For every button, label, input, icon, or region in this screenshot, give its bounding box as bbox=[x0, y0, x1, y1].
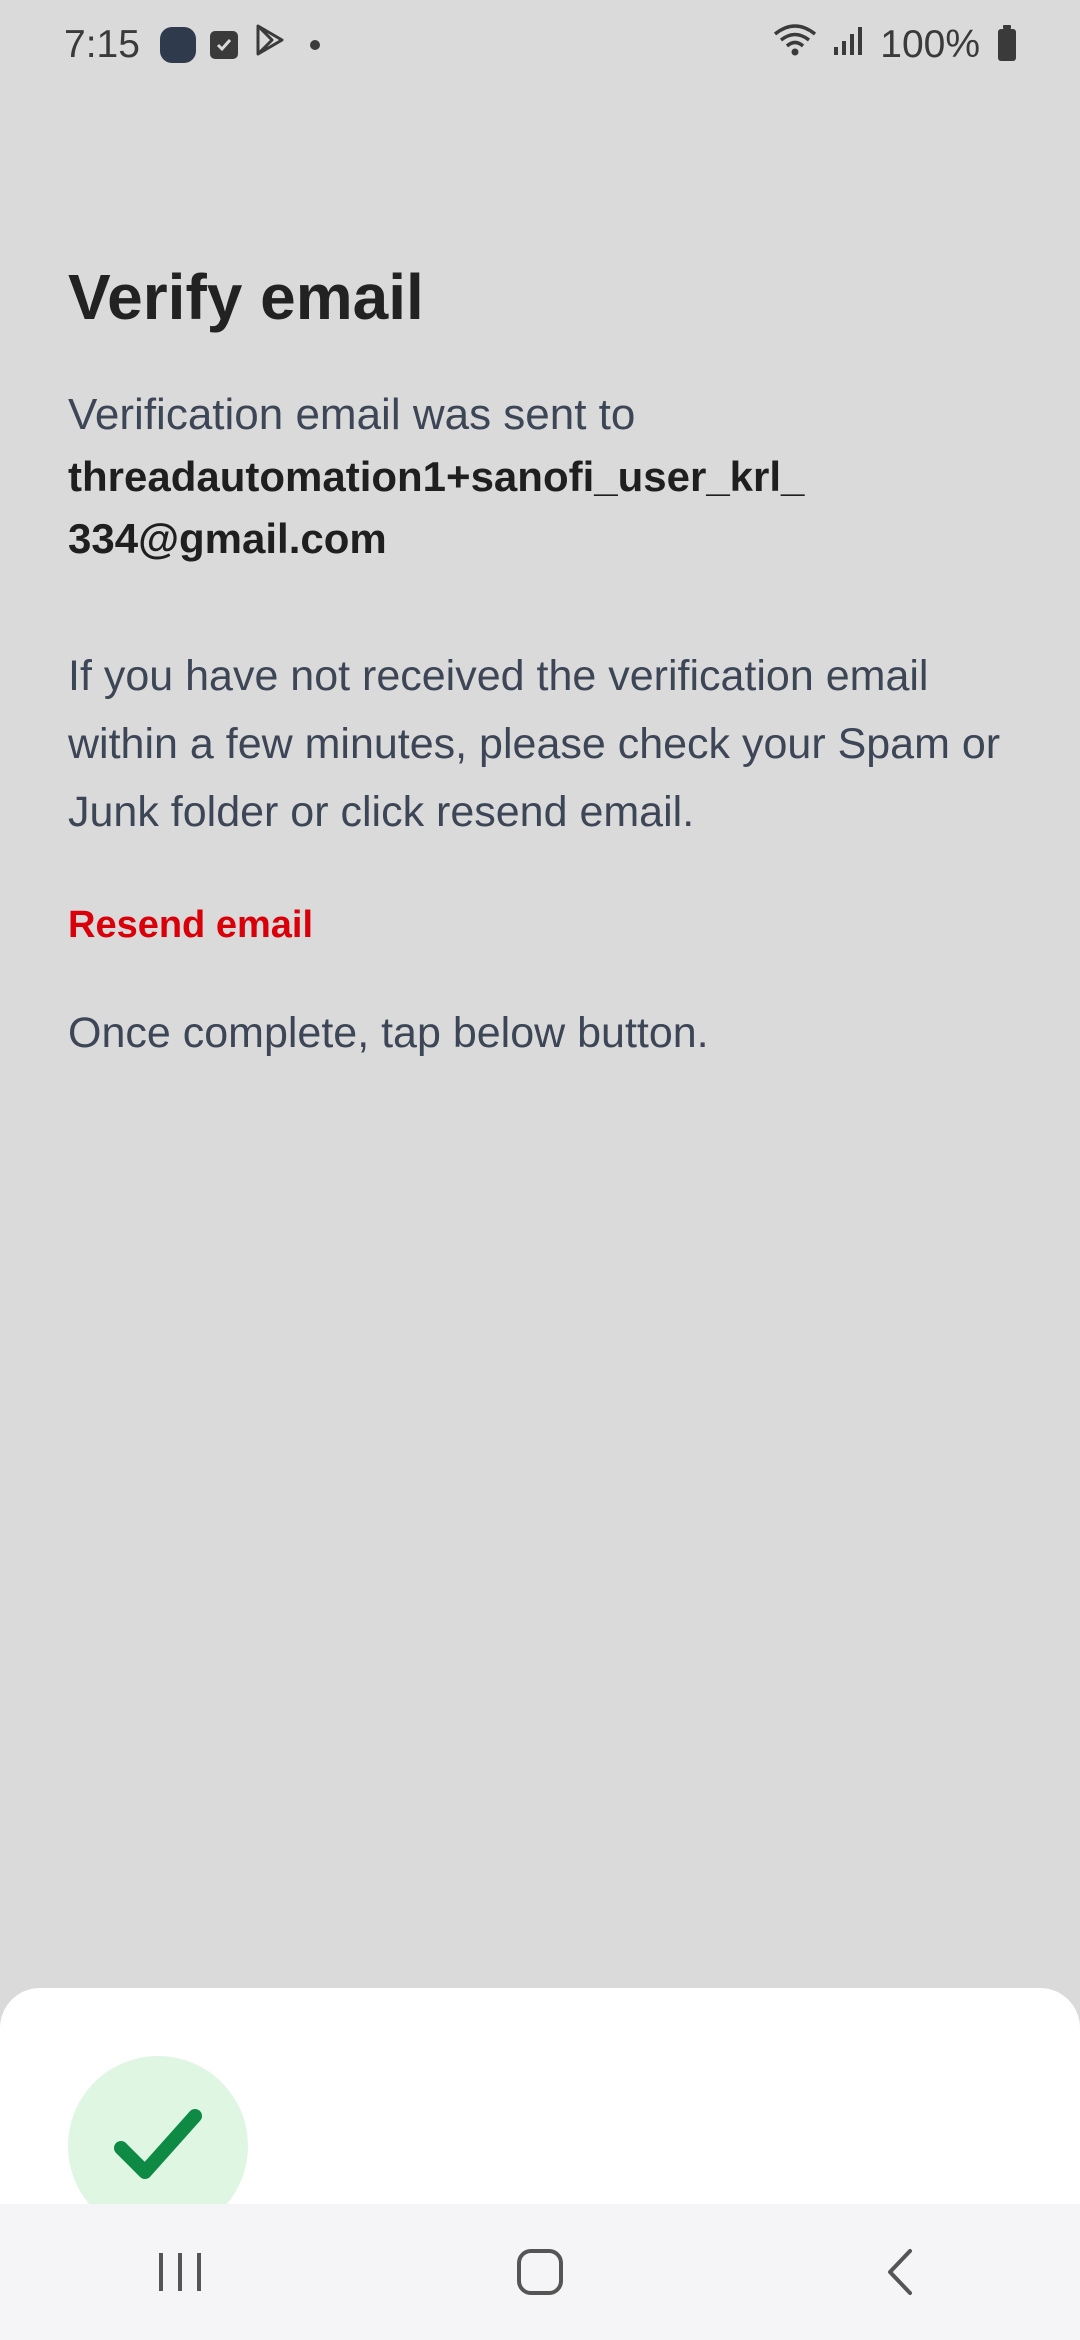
play-store-icon bbox=[252, 22, 288, 68]
checkbox-icon bbox=[209, 31, 238, 59]
bottom-sheet bbox=[0, 1988, 1080, 2218]
recent-apps-button[interactable] bbox=[120, 2222, 240, 2322]
status-right: 100% bbox=[772, 22, 1016, 68]
email-address: threadautomation1+sanofi_user_krl_334@gm… bbox=[68, 453, 805, 562]
instructions-text: If you have not received the verificatio… bbox=[68, 652, 1001, 836]
home-button[interactable] bbox=[480, 2222, 600, 2322]
notification-dot-icon bbox=[309, 40, 320, 50]
sent-label: Verification email was sent to bbox=[68, 390, 636, 439]
battery-icon bbox=[998, 25, 1016, 61]
resend-email-link[interactable]: Resend email bbox=[68, 904, 313, 947]
back-button[interactable] bbox=[840, 2222, 960, 2322]
checkmark-icon bbox=[114, 2109, 202, 2179]
recent-apps-icon bbox=[159, 2253, 201, 2291]
page-title: Verify email bbox=[68, 261, 424, 333]
status-time: 7:15 bbox=[64, 23, 140, 66]
nav-bar bbox=[0, 2204, 1080, 2340]
home-icon bbox=[517, 2249, 563, 2295]
status-bar: 7:15 100% bbox=[0, 0, 1080, 90]
once-complete-text: Once complete, tap below button. bbox=[68, 1009, 709, 1057]
confirm-button[interactable] bbox=[68, 2056, 248, 2218]
wifi-icon bbox=[772, 22, 818, 68]
battery-text: 100% bbox=[880, 23, 980, 66]
status-left: 7:15 bbox=[64, 22, 320, 68]
app-icon bbox=[159, 27, 196, 63]
verify-email-content: Verify email Verification email was sent… bbox=[68, 260, 1028, 1058]
signal-icon bbox=[832, 23, 866, 67]
back-icon bbox=[888, 2249, 912, 2295]
